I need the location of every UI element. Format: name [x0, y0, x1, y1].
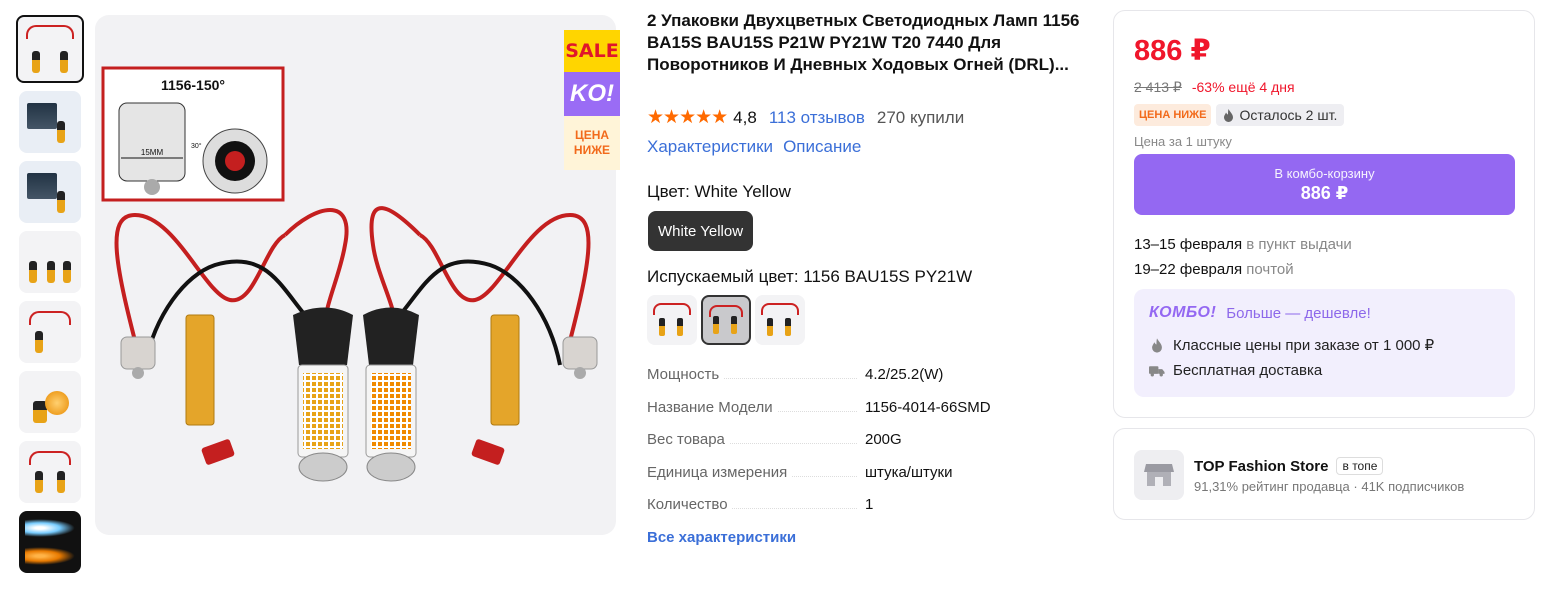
emit-color-options — [647, 295, 805, 345]
spec-key: Вес товара — [647, 431, 729, 448]
color-label: Цвет: White Yellow — [647, 182, 791, 201]
thumbnail-8[interactable] — [19, 511, 81, 573]
store-top-tag: в топе — [1336, 457, 1384, 475]
spec-row: Количество 1 — [647, 496, 1067, 529]
combo-title: Больше — дешевле! — [1226, 304, 1371, 322]
rating-stars-icon: ★★★★★ — [647, 107, 728, 128]
combo-benefit-prices: Классные цены при заказе от 1 000 ₽ — [1149, 336, 1434, 354]
product-title: 2 Упаковки Двухцветных Светодиодных Ламп… — [647, 11, 1080, 74]
spec-value: 200G — [865, 431, 902, 448]
spec-key: Количество — [647, 496, 732, 513]
store-card[interactable]: TOP Fashion Store в топе 91,31% рейтинг … — [1113, 428, 1535, 520]
thumbnail-7[interactable] — [19, 441, 81, 503]
old-price: 2 413 ₽ — [1134, 79, 1182, 95]
color-option-white-yellow[interactable]: White Yellow — [648, 211, 754, 251]
delivery-info: 13–15 февраля в пункт выдачи 19–22 февра… — [1134, 232, 1352, 282]
thumbnail-list — [16, 15, 84, 581]
combo-button-label: В комбо-корзину — [1274, 165, 1375, 181]
spec-value: штука/штуки — [865, 463, 953, 481]
emit-option-1[interactable] — [647, 295, 697, 345]
price-lower-tag: ЦЕНА НИЖЕ — [1134, 104, 1212, 126]
sale-label: SALE — [564, 30, 620, 72]
store-meta: 91,31% рейтинг продавца · 41K подписчико… — [1194, 479, 1465, 494]
combo-benefit-delivery: Бесплатная доставка — [1149, 362, 1322, 379]
thumbnail-3[interactable] — [19, 161, 81, 223]
emit-option-2[interactable] — [701, 295, 751, 345]
emit-option-3[interactable] — [755, 295, 805, 345]
spec-table: Мощность 4.2/25.2(W) Название Модели 115… — [647, 366, 1067, 529]
combo-logo: КОМБО! — [1149, 304, 1217, 321]
description-link[interactable]: Описание — [783, 137, 861, 157]
store-name-row: TOP Fashion Store в топе — [1194, 457, 1384, 475]
combo-promo[interactable]: КОМБО! Больше — дешевле! Классные цены п… — [1134, 289, 1515, 397]
spec-value: 1156-4014-66SMD — [865, 398, 991, 416]
svg-text:30°: 30° — [191, 142, 202, 150]
spec-row: Название Модели 1156-4014-66SMD — [647, 398, 1067, 432]
store-avatar[interactable] — [1134, 450, 1184, 500]
rating-row: ★★★★★ 4,8 113 отзывов 270 купили — [647, 106, 964, 129]
price-lower-badge: ЦЕНА НИЖЕ — [564, 116, 620, 170]
delivery-pickup: 13–15 февраля в пункт выдачи — [1134, 236, 1352, 253]
sale-badge: SALE KO! ЦЕНА НИЖЕ — [564, 30, 620, 170]
specs-link[interactable]: Характеристики — [647, 137, 773, 157]
main-product-image[interactable]: 1156-150° 15MM 30° — [95, 15, 616, 535]
buy-box: 886 ₽ 2 413 ₽ -63% ещё 4 дня ЦЕНА НИЖЕ О… — [1113, 10, 1535, 418]
price-badges: ЦЕНА НИЖЕ Осталось 2 шт. — [1134, 104, 1345, 126]
svg-text:15MM: 15MM — [141, 148, 164, 157]
truck-icon — [1149, 363, 1165, 379]
all-specs-link[interactable]: Все характеристики — [647, 529, 796, 546]
spec-row: Единица измерения штука/штуки — [647, 463, 1067, 497]
emit-color-label: Испускаемый цвет: 1156 BAU15S PY21W — [647, 267, 973, 286]
product-links: Характеристики Описание — [647, 137, 861, 157]
product-photo: 1156-150° 15MM 30° — [101, 66, 598, 482]
rating-value: 4,8 — [733, 107, 757, 127]
spec-key: Единица измерения — [647, 463, 792, 481]
thumbnail-1[interactable] — [16, 15, 84, 83]
led-face-icon — [45, 391, 69, 415]
fire-icon — [1149, 337, 1165, 353]
thumbnail-5[interactable] — [19, 301, 81, 363]
current-price: 886 ₽ — [1134, 35, 1211, 67]
thumbnail-2[interactable] — [19, 91, 81, 153]
add-to-combo-cart-button[interactable]: В комбо-корзину 886 ₽ — [1134, 154, 1515, 215]
price-per-unit: Цена за 1 штуку — [1134, 134, 1232, 149]
spec-value: 1 — [865, 496, 874, 513]
old-price-row: 2 413 ₽ -63% ещё 4 дня — [1134, 79, 1295, 96]
spec-key: Название Модели — [647, 398, 777, 416]
ko-label: KO! — [564, 72, 620, 116]
spec-key: Мощность — [647, 366, 724, 383]
spec-row: Мощность 4.2/25.2(W) — [647, 366, 1067, 399]
bought-count: 270 купили — [876, 107, 965, 127]
thumbnail-4[interactable] — [19, 231, 81, 293]
diagram-angle-label: 1156-150° — [161, 77, 225, 93]
shop-icon — [1144, 464, 1174, 486]
combo-button-price: 886 ₽ — [1300, 182, 1349, 203]
store-name[interactable]: TOP Fashion Store — [1194, 458, 1328, 475]
stock-left-tag: Осталось 2 шт. — [1216, 104, 1345, 126]
spec-value: 4.2/25.2(W) — [865, 366, 944, 383]
fire-icon — [1224, 108, 1234, 122]
discount: -63% ещё 4 дня — [1191, 79, 1295, 95]
reviews-link[interactable]: 113 отзывов — [769, 108, 865, 128]
spec-row: Вес товара 200G — [647, 431, 1067, 464]
delivery-post: 19–22 февраля почтой — [1134, 261, 1294, 278]
thumbnail-6[interactable] — [19, 371, 81, 433]
combo-header: КОМБО! Больше — дешевле! — [1149, 304, 1371, 322]
